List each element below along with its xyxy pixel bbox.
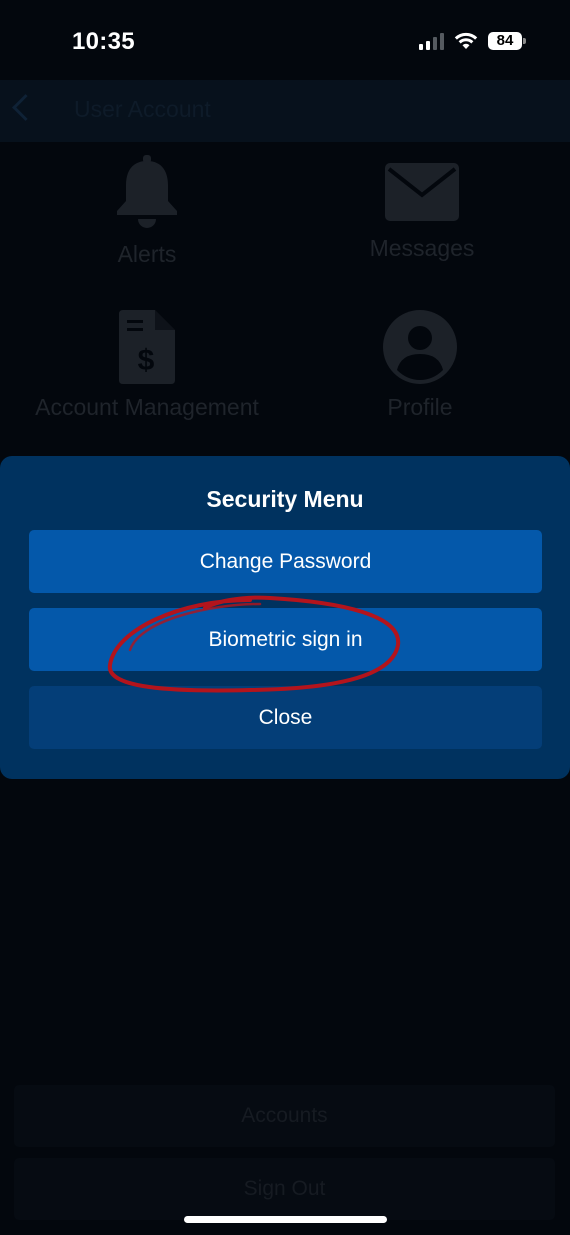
envelope-icon [385,163,459,221]
app-screen: 10:35 84 User Account Alerts Messages $ … [0,0,570,1235]
svg-text:$: $ [138,344,155,377]
security-menu-title: Security Menu [206,486,364,512]
battery-icon: 84 [488,32,526,50]
bell-icon [117,155,177,228]
security-menu-sheet: Security Menu Change Password Biometric … [0,456,570,779]
user-circle-icon [383,310,457,384]
status-bar: 10:35 84 [0,0,570,80]
dollar-document-icon: $ [119,310,175,384]
change-password-button[interactable]: Change Password [29,530,542,593]
signal-icon [419,32,444,50]
tile-alerts[interactable]: Alerts [47,155,247,268]
home-indicator [184,1216,387,1223]
biometric-sign-in-button[interactable]: Biometric sign in [29,608,542,671]
tile-label-alerts: Alerts [117,241,177,267]
tile-label-messages: Messages [369,235,475,261]
tile-profile[interactable]: Profile [320,310,520,421]
status-time: 10:35 [72,28,135,55]
nav-header: User Account [0,80,570,142]
close-button[interactable]: Close [29,686,542,749]
back-chevron-icon[interactable] [12,94,39,121]
tile-label-account-management: Account Management [35,394,259,420]
wifi-icon [454,32,478,49]
sign-out-button[interactable]: Sign Out [14,1158,555,1220]
tile-label-profile: Profile [387,394,453,420]
tile-messages[interactable]: Messages [322,163,522,262]
tile-account-management[interactable]: $ Account Management [17,310,277,421]
status-icons: 84 [419,32,526,50]
page-title: User Account [74,96,211,122]
accounts-button[interactable]: Accounts [14,1085,555,1147]
